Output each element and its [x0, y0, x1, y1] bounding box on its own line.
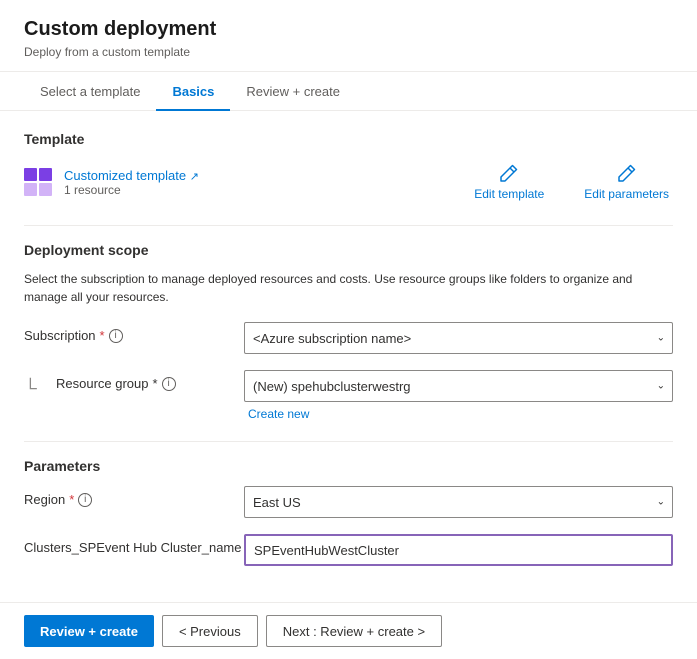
subscription-info-icon[interactable]: i: [109, 329, 123, 343]
cluster-name-control: [244, 534, 673, 566]
review-create-button[interactable]: Review + create: [24, 615, 154, 647]
resource-group-info-icon[interactable]: i: [162, 377, 176, 391]
tabs-bar: Select a template Basics Review + create: [0, 72, 697, 111]
subscription-field: Subscription * i <Azure subscription nam…: [24, 322, 673, 354]
previous-button[interactable]: < Previous: [162, 615, 258, 647]
edit-template-icon: [499, 163, 519, 183]
deployment-scope-section: Deployment scope Select the subscription…: [24, 242, 673, 421]
tab-review-create[interactable]: Review + create: [230, 72, 356, 111]
deployment-scope-label: Deployment scope: [24, 242, 673, 258]
cluster-name-label: Clusters_SPEvent Hub Cluster_name: [24, 534, 244, 555]
deployment-scope-desc: Select the subscription to manage deploy…: [24, 270, 673, 306]
template-left: Customized template ↗ 1 resource: [24, 168, 199, 197]
region-required: *: [69, 492, 74, 507]
region-select[interactable]: East US: [244, 486, 673, 518]
page-title: Custom deployment: [24, 18, 673, 41]
subscription-control: <Azure subscription name> ⌄: [244, 322, 673, 354]
region-control: East US ⌄: [244, 486, 673, 518]
template-icon: [24, 168, 52, 196]
template-section-label: Template: [24, 131, 673, 147]
cluster-name-field: Clusters_SPEvent Hub Cluster_name: [24, 534, 673, 566]
create-new-resource-group-link[interactable]: Create new: [248, 407, 309, 421]
template-name-link[interactable]: Customized template ↗: [64, 168, 199, 183]
resource-group-select-wrapper: (New) spehubclusterwestrg ⌄: [244, 370, 673, 402]
tab-basics[interactable]: Basics: [156, 72, 230, 111]
resource-group-required: *: [153, 376, 158, 391]
resource-group-select[interactable]: (New) spehubclusterwestrg: [244, 370, 673, 402]
next-button[interactable]: Next : Review + create >: [266, 615, 442, 647]
region-info-icon[interactable]: i: [78, 493, 92, 507]
section-divider-2: [24, 441, 673, 442]
tab-select-template[interactable]: Select a template: [24, 72, 156, 111]
parameters-section: Parameters Region * i East US ⌄ Clusters…: [24, 458, 673, 566]
external-link-icon: ↗: [190, 171, 199, 183]
footer-bar: Review + create < Previous Next : Review…: [0, 602, 697, 659]
page-header: Custom deployment Deploy from a custom t…: [0, 0, 697, 72]
region-select-wrapper: East US ⌄: [244, 486, 673, 518]
section-divider-1: [24, 225, 673, 226]
resource-group-indent: └: [24, 370, 56, 399]
cluster-name-input[interactable]: [244, 534, 673, 566]
subscription-label: Subscription * i: [24, 322, 244, 343]
edit-parameters-button[interactable]: Edit parameters: [580, 159, 673, 205]
resource-count: 1 resource: [64, 183, 199, 197]
template-actions: Edit template Edit parameters: [470, 159, 673, 205]
edit-parameters-icon: [617, 163, 637, 183]
template-info: Customized template ↗ 1 resource: [64, 168, 199, 197]
template-row: Customized template ↗ 1 resource Edit te…: [24, 159, 673, 205]
region-label: Region * i: [24, 486, 244, 507]
edit-template-button[interactable]: Edit template: [470, 159, 548, 205]
subscription-required: *: [100, 328, 105, 343]
resource-group-row: └ Resource group * i (New) spehubcluster…: [24, 370, 673, 421]
main-content: Template Customized template ↗ 1 resourc…: [0, 111, 697, 602]
region-field: Region * i East US ⌄: [24, 486, 673, 518]
resource-group-control: (New) spehubclusterwestrg ⌄ Create new: [244, 370, 673, 421]
subscription-select-wrapper: <Azure subscription name> ⌄: [244, 322, 673, 354]
subscription-select[interactable]: <Azure subscription name>: [244, 322, 673, 354]
resource-group-label-container: Resource group * i: [56, 370, 244, 391]
parameters-label: Parameters: [24, 458, 673, 474]
page-subtitle: Deploy from a custom template: [24, 45, 673, 59]
